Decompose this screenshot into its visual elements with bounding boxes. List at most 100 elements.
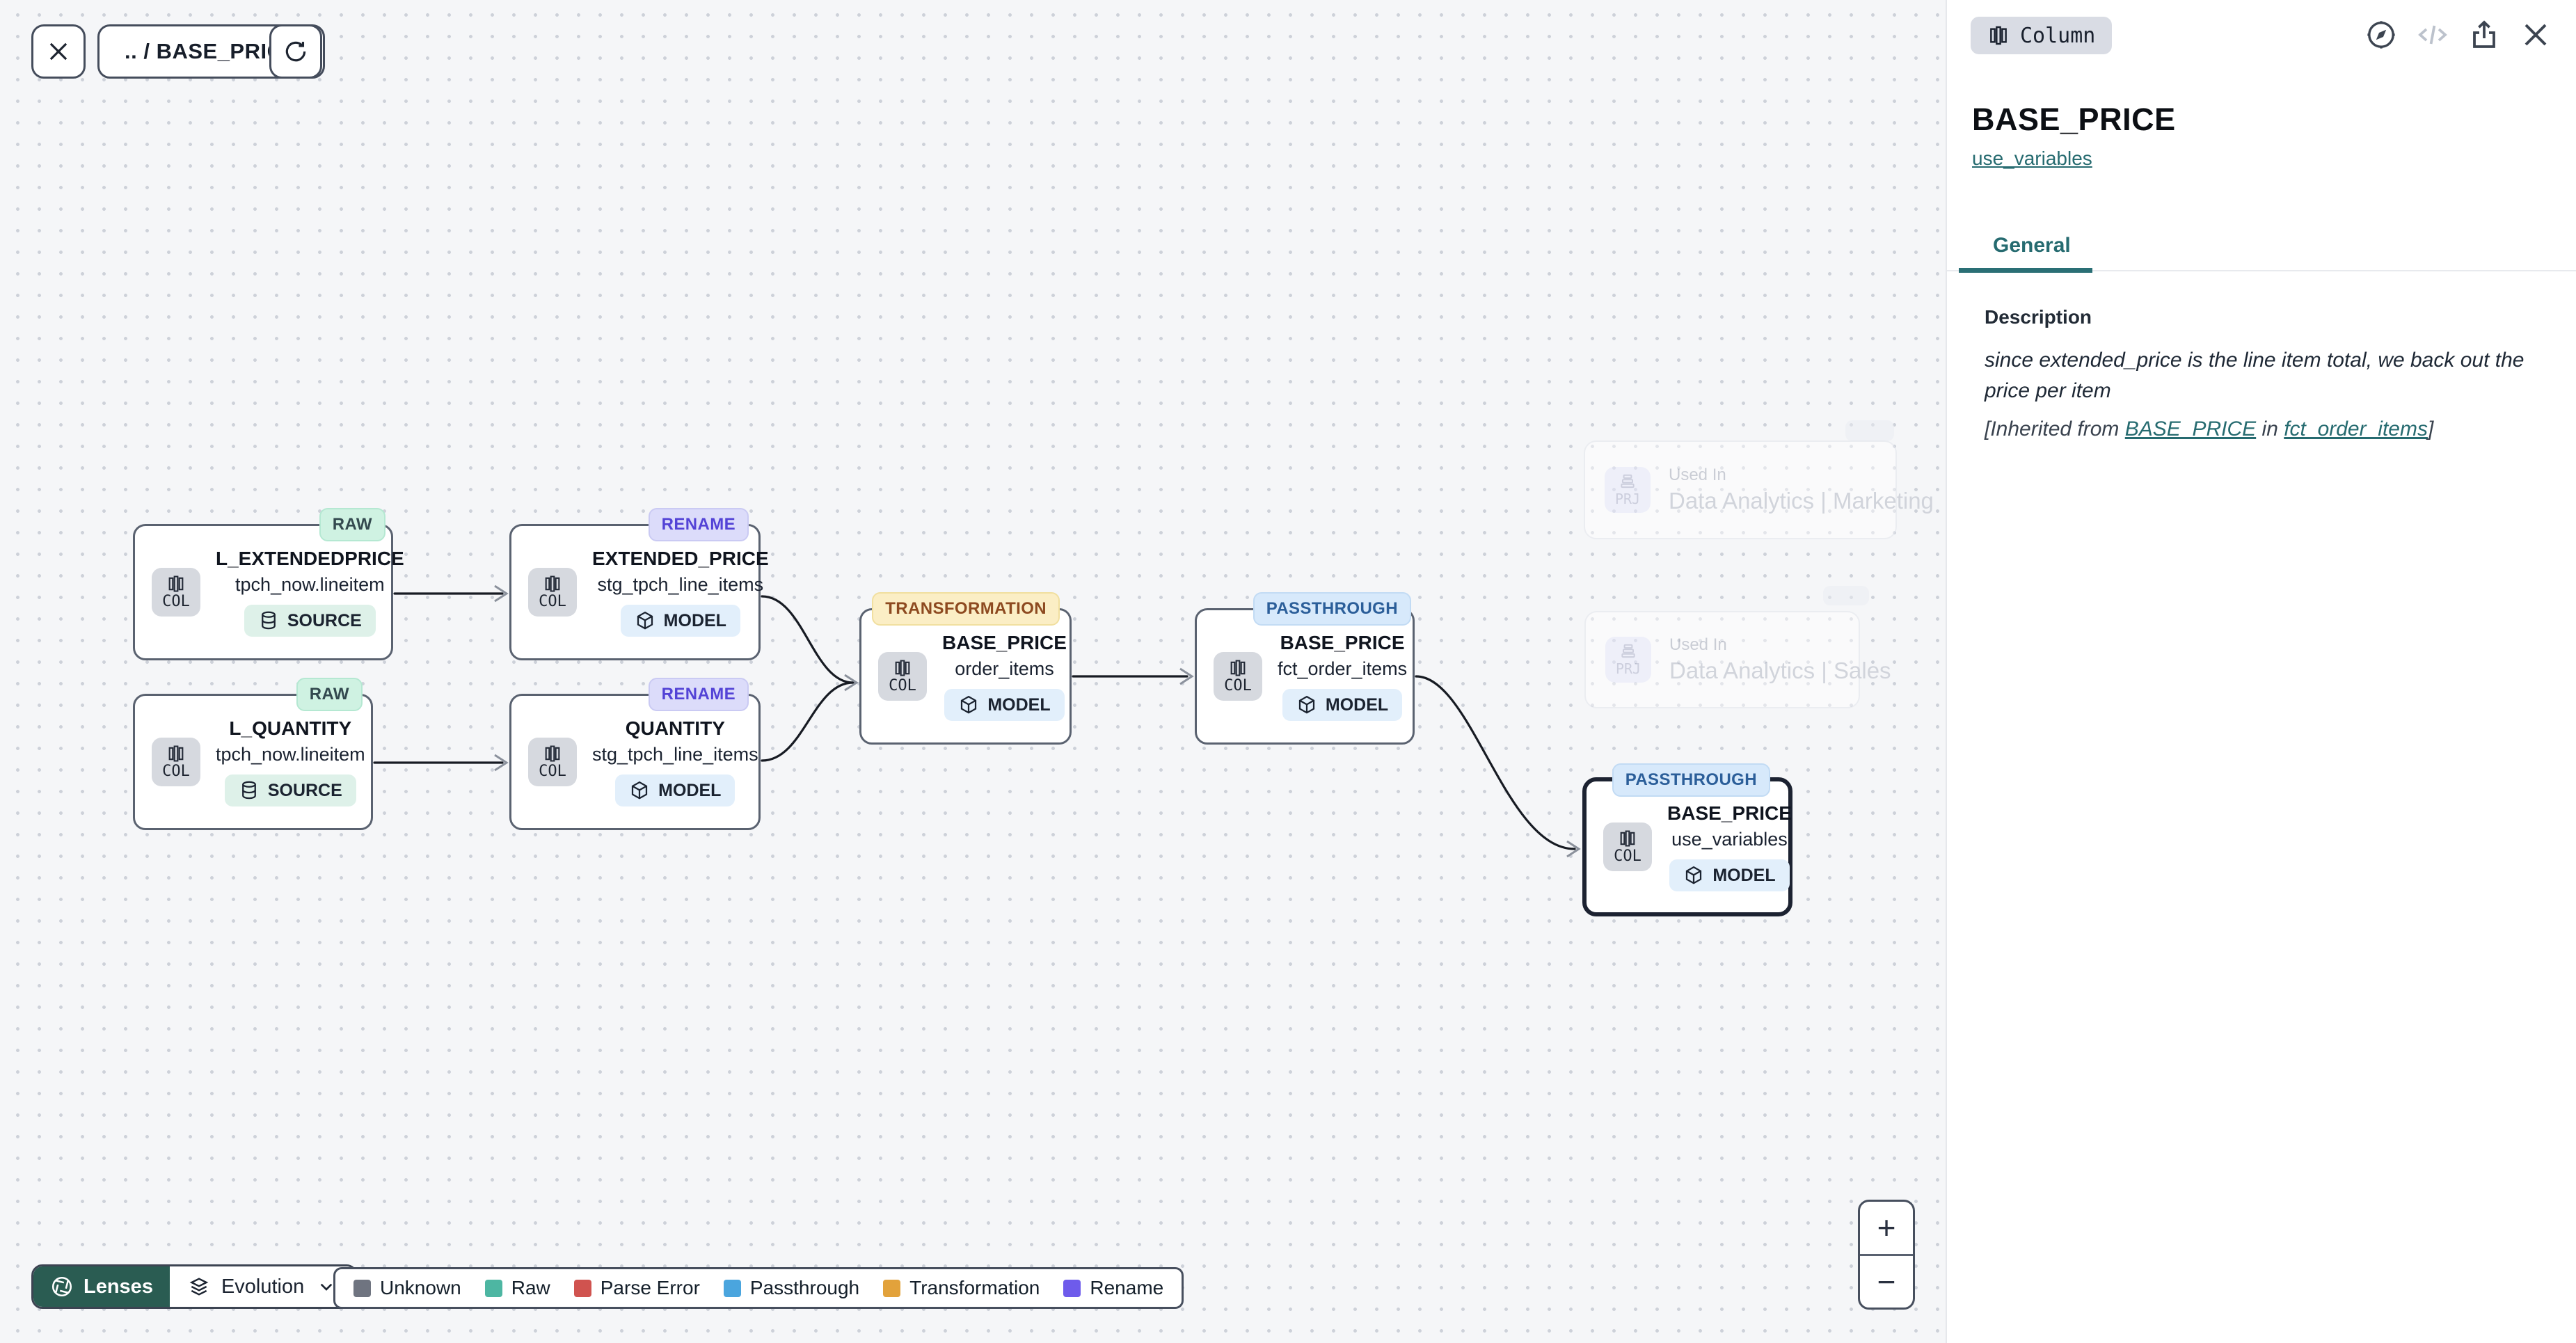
status-badge: PASSTHROUGH — [1612, 763, 1770, 797]
kind-label: SOURCE — [287, 611, 362, 631]
lens-select[interactable]: Evolution — [170, 1266, 356, 1307]
cube-icon — [635, 610, 655, 631]
arrowhead-icon — [1567, 841, 1579, 857]
status-badge: RENAME — [649, 678, 749, 711]
lenses-button[interactable]: Lenses — [33, 1266, 170, 1307]
zoom-out-button[interactable]: − — [1860, 1254, 1913, 1308]
used-in-card-marketing[interactable]: PRJ Used In Data Analytics | Marketing — [1584, 440, 1897, 539]
lineage-node-base-price-fct-order-items[interactable]: PASSTHROUGH COL BASE_PRICE fct_order_ite… — [1195, 608, 1415, 745]
page-title: BASE_PRICE — [1972, 102, 2176, 138]
lineage-node-l-quantity[interactable]: RAW COL L_QUANTITY tpch_now.lineitem SOU… — [133, 694, 373, 830]
status-badge: RAW — [319, 508, 385, 541]
column-tile: COL — [152, 738, 200, 786]
legend-swatch — [1063, 1280, 1081, 1297]
source-kind-badge: SOURCE — [244, 605, 376, 637]
node-body: QUANTITY stg_tpch_line_items MODEL — [592, 717, 758, 806]
column-tile: COL — [1603, 823, 1652, 871]
node-subtitle: stg_tpch_line_items — [592, 744, 758, 765]
panel-tabs: General — [1947, 224, 2576, 271]
share-icon[interactable] — [2467, 18, 2501, 51]
inherited-column-link[interactable]: BASE_PRICE — [2125, 418, 2256, 440]
arrowhead-icon — [1180, 669, 1192, 684]
model-kind-badge: MODEL — [1669, 859, 1789, 891]
node-body: EXTENDED_PRICE stg_tpch_line_items MODEL — [592, 548, 769, 637]
lineage-legend: Unknown Raw Parse Error Passthrough Tran… — [333, 1267, 1184, 1309]
status-badge: TRANSFORMATION — [872, 592, 1060, 626]
project-stack-icon — [1619, 472, 1637, 491]
edge-extended-price-to-order-items — [762, 596, 853, 683]
node-body: BASE_PRICE order_items MODEL — [942, 632, 1067, 721]
project-tile-label: PRJ — [1616, 660, 1641, 677]
node-title: BASE_PRICE — [942, 632, 1067, 654]
used-in-name: Data Analytics | Sales — [1669, 658, 1891, 684]
node-body: L_EXTENDEDPRICE tpch_now.lineitem SOURCE — [216, 548, 404, 637]
panel-actions — [2364, 18, 2552, 51]
legend-item-raw: Raw — [485, 1277, 550, 1299]
legend-item-rename: Rename — [1063, 1277, 1163, 1299]
column-tile-label: COL — [889, 678, 916, 694]
columns-icon — [1228, 658, 1248, 678]
status-badge: RAW — [296, 678, 363, 711]
column-tile: COL — [878, 652, 927, 701]
description-heading: Description — [1985, 306, 2092, 328]
kind-label: MODEL — [1326, 695, 1388, 715]
compass-icon[interactable] — [2364, 18, 2398, 51]
status-badge: PASSTHROUGH — [1253, 592, 1411, 626]
active-tab-indicator — [1959, 268, 2092, 273]
inherited-middle: in — [2256, 418, 2284, 440]
model-link[interactable]: use_variables — [1972, 148, 2092, 170]
description-text: since extended_price is the line item to… — [1985, 345, 2569, 406]
edge-fct-order-items-to-use-variables — [1416, 676, 1575, 849]
column-tile-label: COL — [162, 594, 190, 610]
legend-swatch — [574, 1280, 591, 1297]
node-subtitle: tpch_now.lineitem — [216, 744, 365, 765]
cube-icon — [1683, 865, 1704, 886]
columns-icon — [1618, 829, 1637, 848]
zoom-in-button[interactable]: + — [1860, 1202, 1913, 1254]
entity-type-label: Column — [2020, 24, 2095, 48]
lineage-node-quantity[interactable]: RENAME COL QUANTITY stg_tpch_line_items … — [509, 694, 761, 830]
used-in-body: Used In Data Analytics | Marketing — [1669, 466, 1934, 514]
node-subtitle: tpch_now.lineitem — [235, 574, 385, 596]
columns-icon — [1987, 24, 2010, 47]
lineage-node-l-extendedprice[interactable]: RAW COL L_EXTENDEDPRICE tpch_now.lineite… — [133, 524, 393, 660]
model-kind-badge: MODEL — [615, 774, 735, 806]
legend-swatch — [883, 1280, 900, 1297]
layers-icon — [188, 1276, 210, 1298]
database-icon — [239, 780, 260, 801]
lineage-node-base-price-order-items[interactable]: TRANSFORMATION COL BASE_PRICE order_item… — [859, 608, 1072, 745]
cube-icon — [629, 780, 650, 801]
used-in-card-sales[interactable]: PRJ Used In Data Analytics | Sales — [1584, 611, 1860, 708]
project-tile: PRJ — [1605, 637, 1651, 683]
columns-icon — [166, 574, 186, 594]
model-kind-badge: MODEL — [621, 605, 740, 637]
column-tile-label: COL — [1224, 678, 1252, 694]
column-tile: COL — [1214, 652, 1262, 701]
node-body: BASE_PRICE use_variables MODEL — [1667, 802, 1792, 891]
lineage-node-extended-price[interactable]: RENAME COL EXTENDED_PRICE stg_tpch_line_… — [509, 524, 761, 660]
inherited-note: [Inherited from BASE_PRICE in fct_order_… — [1985, 418, 2433, 441]
used-in-label: Used In — [1669, 466, 1934, 485]
cube-icon — [958, 694, 979, 715]
lineage-node-base-price-use-variables[interactable]: PASSTHROUGH COL BASE_PRICE use_variables… — [1582, 777, 1792, 916]
node-title: L_QUANTITY — [229, 717, 351, 740]
legend-item-unknown: Unknown — [353, 1277, 461, 1299]
legend-swatch — [353, 1280, 371, 1297]
inherited-model-link[interactable]: fct_order_items — [2284, 418, 2428, 440]
close-lineage-button[interactable] — [31, 24, 86, 79]
cube-icon — [1296, 694, 1317, 715]
column-tile-label: COL — [539, 763, 566, 780]
node-subtitle: order_items — [955, 658, 1054, 680]
edge-quantity-to-order-items — [762, 683, 853, 761]
refresh-button[interactable] — [269, 24, 322, 79]
legend-swatch — [485, 1280, 502, 1297]
lineage-canvas[interactable]: .. / BASE_PRICE RAW COL L_EXTENDEDPRICE … — [0, 0, 1946, 1343]
close-panel-icon[interactable] — [2519, 18, 2552, 51]
arrowhead-icon — [495, 586, 507, 601]
entity-type-badge: Column — [1971, 17, 2112, 54]
column-tile-label: COL — [1614, 848, 1641, 865]
legend-item-transformation: Transformation — [883, 1277, 1040, 1299]
columns-icon — [543, 744, 562, 763]
lenses-control: Lenses Evolution — [31, 1264, 358, 1309]
tab-general[interactable]: General — [1993, 234, 2071, 257]
